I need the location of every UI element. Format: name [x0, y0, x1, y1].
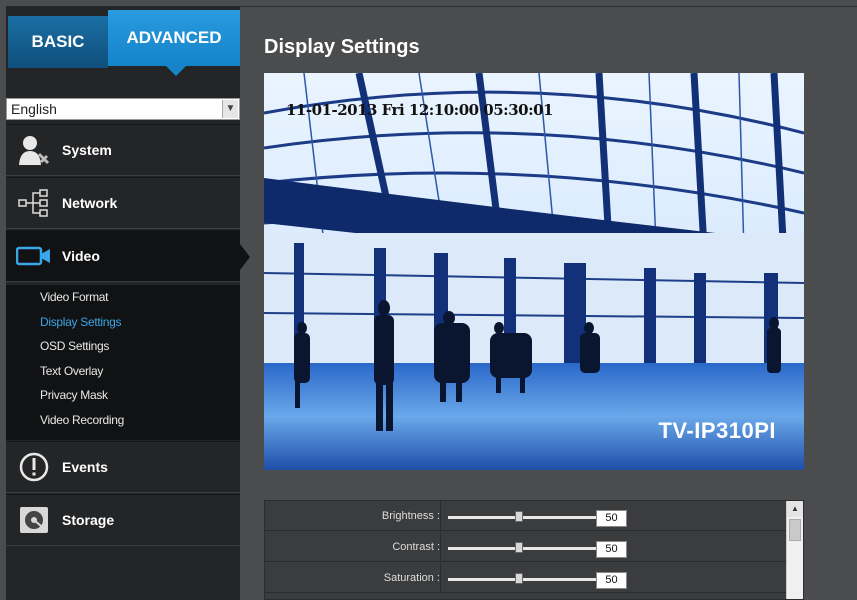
tab-advanced[interactable]: ADVANCED [108, 10, 240, 76]
saturation-value-input[interactable]: 50 [596, 572, 627, 589]
contrast-label: Contrast : [392, 541, 440, 553]
language-selected: English [11, 101, 57, 117]
storage-disk-icon [6, 506, 62, 534]
tab-basic[interactable]: BASIC [8, 16, 108, 68]
saturation-slider-thumb[interactable] [515, 573, 523, 584]
nav-item-label: Events [62, 459, 108, 475]
nav-item-video[interactable]: Video [6, 230, 250, 282]
contrast-value-input[interactable]: 50 [596, 541, 627, 558]
brightness-row: Brightness : 50 [265, 501, 787, 531]
nav-item-storage[interactable]: Storage [6, 494, 240, 546]
row-divider [440, 563, 441, 593]
nav-item-network[interactable]: Network [6, 177, 240, 229]
nav-item-label: Network [62, 195, 118, 211]
nav-item-label: System [62, 142, 112, 158]
submenu-osd-settings[interactable]: OSD Settings [6, 334, 240, 359]
sidebar: BASIC ADVANCED English ▼ System Network [6, 6, 250, 600]
submenu-privacy-mask[interactable]: Privacy Mask [6, 383, 240, 408]
chevron-down-icon[interactable]: ▼ [222, 100, 238, 118]
brightness-label: Brightness : [381, 510, 440, 522]
nav-item-label: Storage [62, 512, 115, 528]
submenu-video-format[interactable]: Video Format [6, 285, 240, 310]
scrollbar-handle[interactable] [789, 519, 801, 541]
video-camera-icon [6, 246, 62, 266]
brightness-value-input[interactable]: 50 [596, 510, 627, 527]
scroll-up-icon[interactable]: ▲ [787, 501, 803, 517]
osd-timestamp: 11-01-2013 Fri 12:10:00 05:30:01 [286, 101, 554, 119]
page-title: Display Settings [264, 36, 420, 58]
nav-item-events[interactable]: Events [6, 441, 240, 493]
live-video-preview[interactable]: 11-01-2013 Fri 12:10:00 05:30:01 TV-IP31… [264, 73, 804, 470]
language-select[interactable]: English ▼ [6, 98, 240, 120]
row-divider [440, 532, 441, 562]
system-user-icon [6, 134, 62, 166]
network-tree-icon [6, 188, 62, 218]
display-settings-panel: Brightness : 50 Contrast : 50 Saturation… [264, 500, 804, 600]
video-submenu: Video Format Display Settings OSD Settin… [6, 285, 240, 440]
alert-circle-icon [6, 452, 62, 482]
submenu-video-recording[interactable]: Video Recording [6, 408, 240, 433]
preview-scene-image [264, 73, 804, 470]
nav-item-system[interactable]: System [6, 124, 240, 176]
osd-model-name: TV-IP310PI [658, 418, 776, 443]
mode-tabs: BASIC ADVANCED [6, 10, 240, 76]
saturation-label: Saturation : [383, 572, 440, 584]
contrast-row: Contrast : 50 [265, 532, 787, 562]
submenu-text-overlay[interactable]: Text Overlay [6, 359, 240, 384]
contrast-slider-thumb[interactable] [515, 542, 523, 553]
submenu-display-settings[interactable]: Display Settings [6, 310, 240, 335]
nav-item-label: Video [62, 248, 100, 264]
brightness-slider-thumb[interactable] [515, 511, 523, 522]
saturation-row: Saturation : 50 [265, 563, 787, 593]
settings-scrollbar[interactable]: ▲ [786, 501, 803, 599]
row-divider [440, 501, 441, 531]
